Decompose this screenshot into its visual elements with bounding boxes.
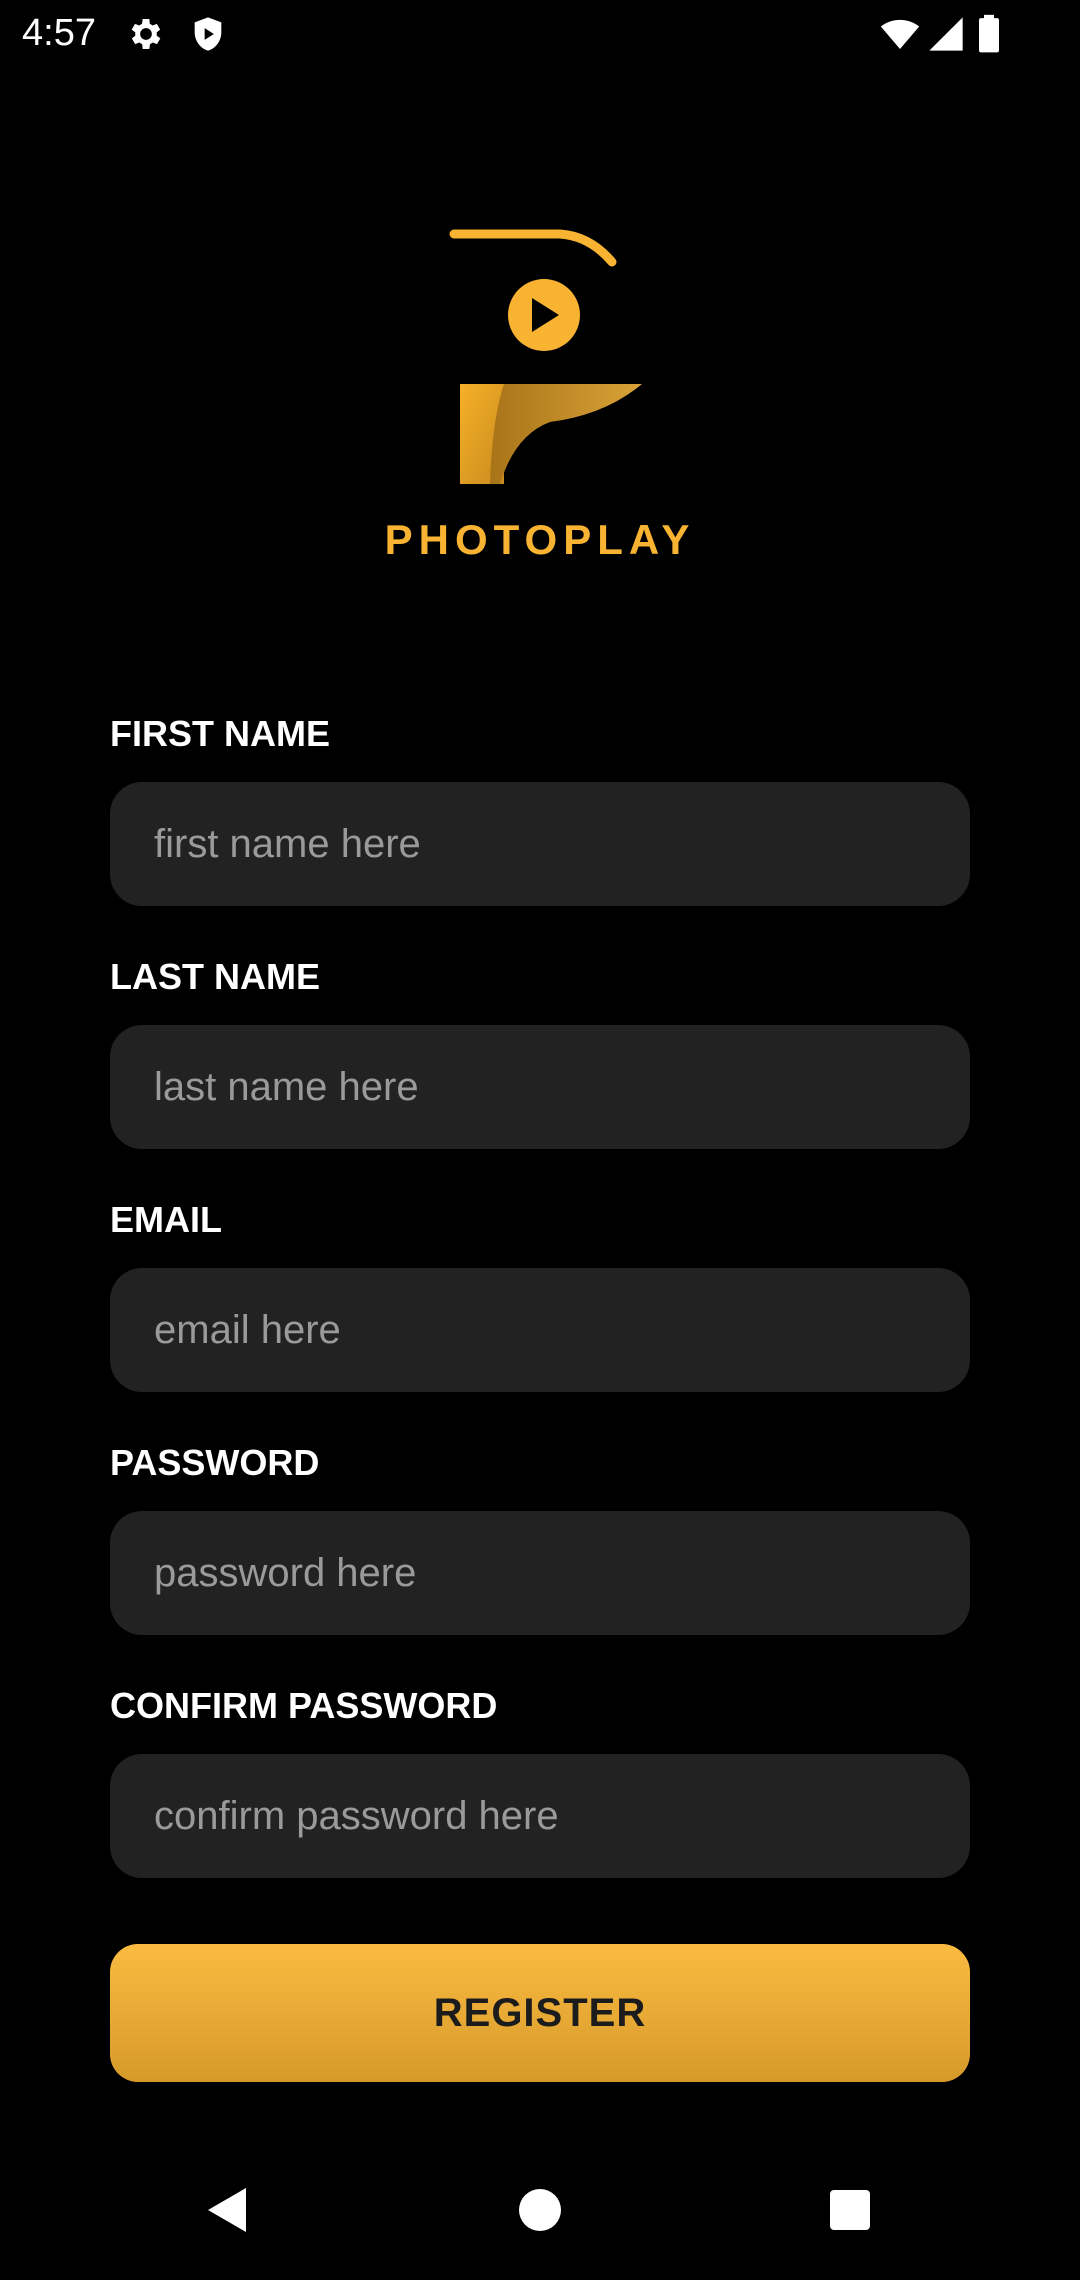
last-name-label: LAST NAME <box>110 956 320 997</box>
confirm-password-label: CONFIRM PASSWORD <box>110 1685 498 1726</box>
status-bar: 4:57 <box>0 0 1080 66</box>
first-name-input[interactable] <box>110 782 970 906</box>
back-icon[interactable] <box>196 2180 256 2240</box>
confirm-password-input[interactable] <box>110 1754 970 1878</box>
last-name-input[interactable] <box>110 1025 970 1149</box>
password-label: PASSWORD <box>110 1442 320 1483</box>
photoplay-logo <box>440 220 650 490</box>
cellular-signal-icon <box>926 14 966 54</box>
register-button[interactable]: REGISTER <box>110 1944 970 2082</box>
gear-icon <box>126 14 166 54</box>
email-input[interactable] <box>110 1268 970 1392</box>
shield-icon <box>188 14 228 54</box>
home-icon[interactable] <box>510 2180 570 2240</box>
brand-name: PHOTOPLAY <box>384 516 696 563</box>
status-time: 4:57 <box>22 12 96 54</box>
register-screen: 4:57 PHOTOPLAY FIRST NAME first name her… <box>0 0 1080 2280</box>
password-input[interactable] <box>110 1511 970 1635</box>
email-label: EMAIL <box>110 1199 222 1240</box>
first-name-label: FIRST NAME <box>110 713 330 754</box>
recents-icon[interactable] <box>820 2180 880 2240</box>
wifi-icon <box>880 14 920 54</box>
battery-icon <box>974 14 1004 54</box>
